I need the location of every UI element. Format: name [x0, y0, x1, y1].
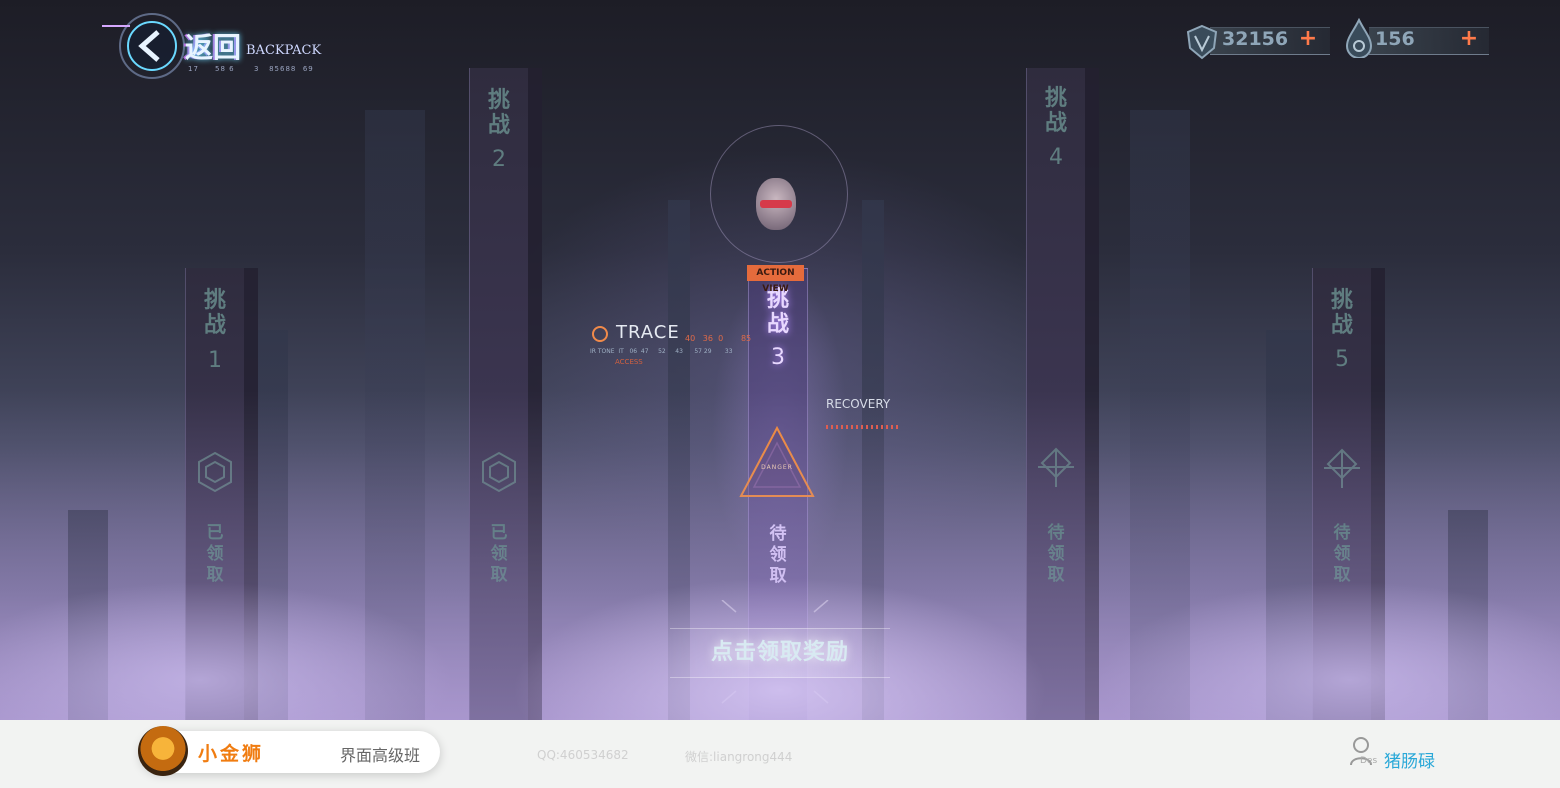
pillar-number: 2: [492, 147, 506, 172]
hex-emblem-icon: [1324, 448, 1360, 488]
wechat-contact: 微信:liangrong444: [685, 750, 793, 764]
pillar-status: 待 领 取: [769, 524, 787, 586]
hex-emblem-icon: [1038, 447, 1074, 487]
qq-contact: QQ:460534682: [537, 748, 629, 762]
bg-tower: [365, 110, 425, 720]
trace-numbers: 40 36 0 85: [685, 334, 752, 343]
bg-tower: [1266, 330, 1314, 720]
add-currency-button[interactable]: +: [1297, 28, 1319, 51]
designer-name: 猪肠碌: [1384, 752, 1435, 772]
shield-wings-icon: [1186, 24, 1218, 60]
currency-shield: 32156 +: [1186, 22, 1331, 60]
trace-access: ACCESS: [615, 358, 643, 366]
trace-subline: IR TONE IT 06 47 52 43 57 29 33: [590, 348, 733, 355]
hex-emblem-icon: [482, 451, 516, 493]
recovery-label: RECOVERY: [826, 397, 891, 411]
designer-credit: Des 猪肠碌: [1346, 734, 1446, 774]
challenge-pillar-2[interactable]: 挑 战 2 已 领 取: [469, 68, 528, 720]
challenge-pillar-4[interactable]: 挑 战 4 待 领 取: [1026, 68, 1085, 720]
pillar-status: 待 领 取: [1333, 523, 1351, 585]
bg-tower: [1130, 110, 1190, 720]
danger-label: DANGER: [761, 464, 793, 471]
trace-title: TRACE: [616, 322, 680, 343]
designer-tag: Des: [1360, 756, 1378, 766]
pillar-number: 4: [1049, 145, 1063, 170]
action-view-tag: ACTION VIEW: [747, 265, 804, 294]
pillar-title: 挑 战: [203, 288, 226, 338]
game-scene: 挑 战 1 已 领 取 挑 战 2 已 领 取 挑 战 3 待 领 取 挑 战 …: [0, 0, 1560, 720]
pillar-status: 已 领 取: [206, 523, 224, 585]
pillar-number: 3: [771, 345, 785, 370]
recovery-bar: [826, 425, 898, 429]
add-currency-button[interactable]: +: [1458, 28, 1480, 51]
brand-name: 小金狮: [198, 743, 265, 765]
pillar-number: 5: [1335, 347, 1349, 372]
brand-class: 界面高级班: [340, 746, 421, 765]
drop-icon: [1345, 18, 1373, 58]
currency-value: 156: [1375, 28, 1415, 50]
pillar-status: 待 领 取: [1047, 523, 1065, 585]
bg-tower: [240, 330, 288, 720]
pillar-number: 1: [208, 348, 222, 373]
brand-badge: 小金狮 界面高级班: [138, 726, 440, 776]
bg-tower: [68, 510, 108, 720]
back-button[interactable]: 返回 BACKPACK 17 58 6 3 85688 69: [100, 12, 330, 82]
danger-triangle-icon: [739, 425, 815, 497]
bg-tower: [1448, 510, 1488, 720]
footer-bar: 小金狮 界面高级班 QQ:460534682 微信:liangrong444 D…: [0, 720, 1560, 788]
back-label: 返回: [185, 31, 242, 64]
back-sublabel: BACKPACK: [246, 43, 322, 58]
currency-drop: 156 +: [1345, 18, 1490, 60]
hex-emblem-icon: [198, 451, 232, 493]
lion-logo-icon: [138, 726, 188, 776]
pillar-title: 挑 战: [1044, 86, 1067, 136]
challenge-pillar-5[interactable]: 挑 战 5 待 领 取: [1312, 268, 1371, 720]
challenge-pillar-1[interactable]: 挑 战 1 已 领 取: [185, 268, 244, 720]
pillar-title: 挑 战: [487, 88, 510, 138]
pillar-title: 挑 战: [1330, 288, 1353, 338]
currency-value: 32156: [1222, 28, 1289, 50]
pillar-status: 已 领 取: [490, 523, 508, 585]
back-codes: 17 58 6 3 85688 69: [188, 65, 314, 73]
back-arrow-icon: [102, 13, 185, 79]
figure-visor: [760, 200, 792, 208]
claim-reward-button[interactable]: 点击领取奖励: [670, 628, 890, 678]
target-icon: [592, 326, 608, 342]
